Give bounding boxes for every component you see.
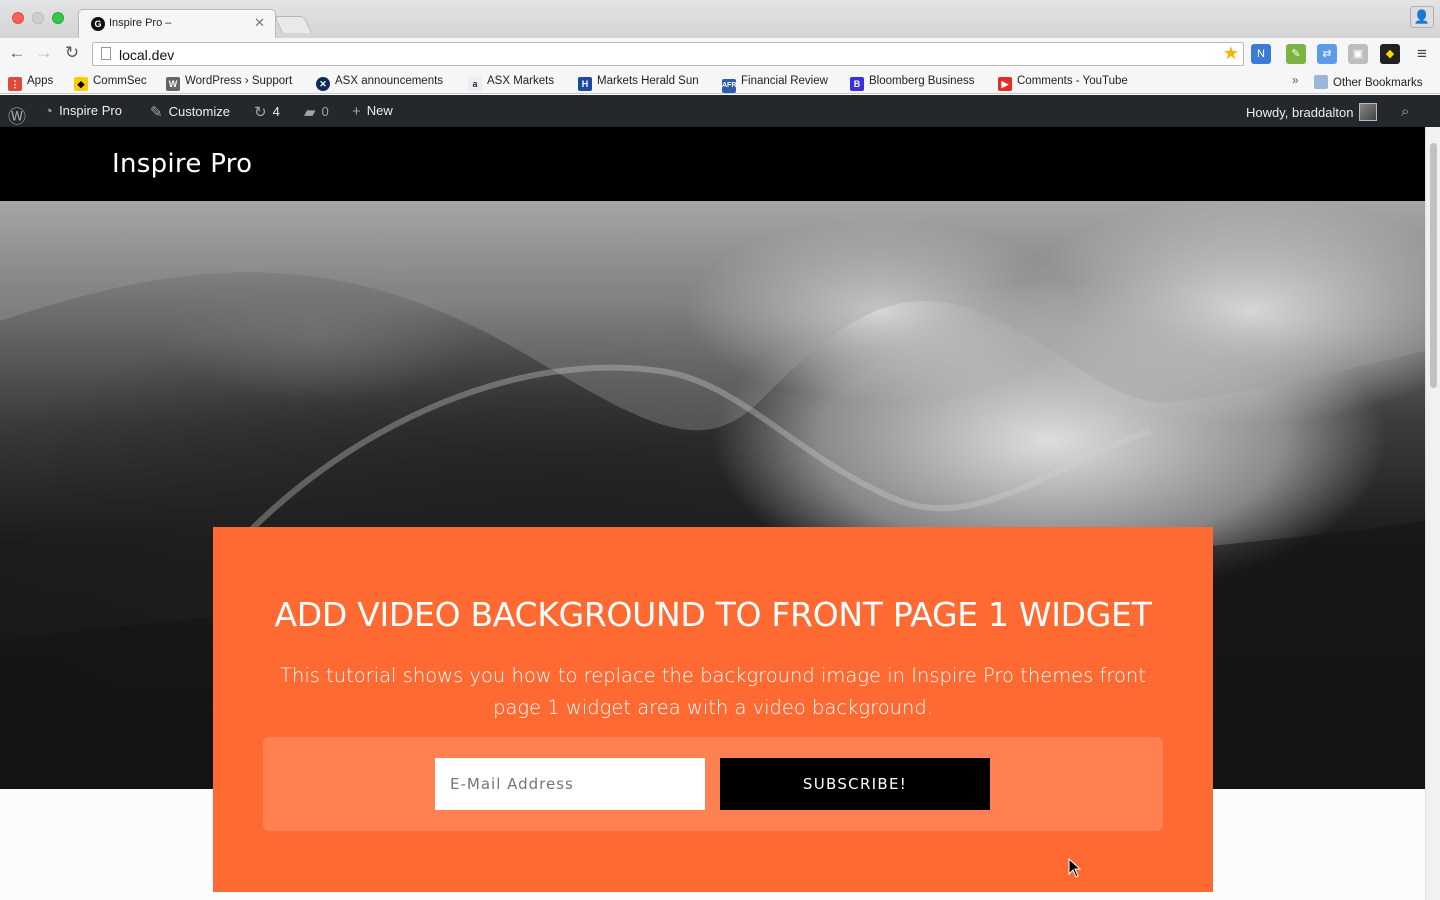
bookmark-wordpress[interactable]: W WordPress › Support — [166, 75, 298, 91]
wordpress-icon: W — [166, 77, 180, 91]
admin-search-icon[interactable]: ⌕ — [1401, 103, 1415, 120]
tab-title: Inspire Pro – — [109, 17, 172, 29]
wordpress-logo-icon[interactable]: Ⓦ — [8, 103, 32, 129]
mouse-cursor-icon — [1068, 858, 1082, 878]
youtube-icon: ▶ — [998, 77, 1012, 91]
maximize-window-button[interactable] — [52, 12, 64, 24]
tab-close-icon[interactable]: ✕ — [254, 15, 265, 31]
scrollbar-thumb[interactable] — [1430, 143, 1437, 388]
apps-grid-icon: ⋮ — [8, 77, 22, 91]
avatar — [1359, 103, 1378, 121]
bookmark-star-icon[interactable]: ★ — [1223, 43, 1239, 64]
bookmark-financial-review[interactable]: AFR Financial Review — [722, 75, 828, 93]
bookmark-commsec[interactable]: ◆ CommSec — [74, 75, 147, 91]
commsec-icon: ◆ — [74, 77, 88, 91]
bloomberg-icon: B — [850, 77, 864, 91]
new-tab-button[interactable] — [274, 16, 312, 33]
url-text: local.dev — [119, 47, 175, 63]
admin-comments[interactable]: ▰ 0 — [304, 103, 329, 121]
front-page-1-widget: ADD VIDEO BACKGROUND TO FRONT PAGE 1 WID… — [213, 527, 1213, 892]
plus-icon: + — [352, 103, 361, 120]
extension-tool-icon[interactable]: ✎ — [1286, 44, 1306, 64]
extension-cube-icon[interactable]: ▣ — [1348, 44, 1368, 64]
dashboard-icon: ◔ — [44, 103, 54, 120]
bookmark-herald-sun[interactable]: H Markets Herald Sun — [578, 75, 699, 91]
extension-diamond-icon[interactable]: ◆ — [1380, 44, 1400, 64]
profile-icon[interactable]: 👤 — [1410, 6, 1434, 28]
bookmarks-overflow[interactable]: » — [1292, 75, 1298, 87]
updates-icon: ↻ — [254, 104, 267, 121]
wp-admin-bar: Ⓦ ◔ Inspire Pro ✎ Customize ↻ 4 ▰ 0 + New How… — [0, 95, 1440, 127]
back-icon[interactable]: ← — [7, 43, 27, 63]
site-title[interactable]: Inspire Pro — [112, 149, 252, 179]
extension-new-icon[interactable]: N — [1251, 44, 1271, 64]
admin-site-name[interactable]: ◔ Inspire Pro — [44, 103, 122, 120]
asx-icon: ✕ — [316, 77, 330, 91]
menu-icon[interactable]: ≡ — [1412, 44, 1432, 64]
email-input[interactable] — [435, 758, 705, 810]
bookmark-asx-markets[interactable]: a ASX Markets — [468, 75, 554, 91]
widget-title: ADD VIDEO BACKGROUND TO FRONT PAGE 1 WID… — [274, 595, 1152, 634]
subscribe-form: SUBSCRIBE! — [263, 737, 1163, 831]
bookmark-bloomberg[interactable]: B Bloomberg Business — [850, 75, 974, 91]
afr-icon: AFR — [722, 79, 736, 93]
tab-favicon-icon: G — [91, 17, 105, 31]
bookmark-youtube[interactable]: ▶ Comments - YouTube — [998, 75, 1128, 91]
brush-icon: ✎ — [150, 104, 163, 121]
extension-translate-icon[interactable]: ⇄ — [1317, 44, 1337, 64]
site-header: Inspire Pro — [0, 127, 1425, 201]
admin-new[interactable]: + New — [352, 103, 393, 120]
close-window-button[interactable] — [12, 12, 24, 24]
forward-icon[interactable]: → — [34, 43, 54, 63]
address-bar[interactable]: local.dev ★ — [92, 42, 1244, 66]
admin-account[interactable]: Howdy, braddalton — [1246, 103, 1378, 121]
minimize-window-button[interactable] — [32, 12, 44, 24]
the-age-icon: a — [468, 77, 482, 91]
page-scrollbar[interactable] — [1425, 127, 1440, 900]
bookmarks-bar: ⋮ Apps ◆ CommSec W WordPress › Support ✕ ASX… — [0, 70, 1440, 94]
widget-text: This tutorial shows you how to replace t… — [280, 664, 1146, 719]
folder-icon — [1314, 75, 1328, 89]
reload-icon[interactable]: ↻ — [62, 43, 82, 63]
bookmark-other[interactable]: Other Bookmarks — [1314, 75, 1422, 89]
admin-customize[interactable]: ✎ Customize — [150, 103, 230, 121]
bookmark-apps[interactable]: ⋮ Apps — [8, 75, 53, 91]
subscribe-button[interactable]: SUBSCRIBE! — [720, 758, 990, 810]
comment-icon: ▰ — [304, 104, 316, 121]
browser-tab-strip: G Inspire Pro – ✕ 👤 — [0, 0, 1440, 38]
herald-sun-icon: H — [578, 77, 592, 91]
page-icon — [101, 47, 111, 60]
bookmark-asx-announcements[interactable]: ✕ ASX announcements — [316, 75, 443, 91]
browser-tab[interactable]: G Inspire Pro – ✕ — [78, 9, 276, 38]
admin-updates[interactable]: ↻ 4 — [254, 103, 280, 121]
